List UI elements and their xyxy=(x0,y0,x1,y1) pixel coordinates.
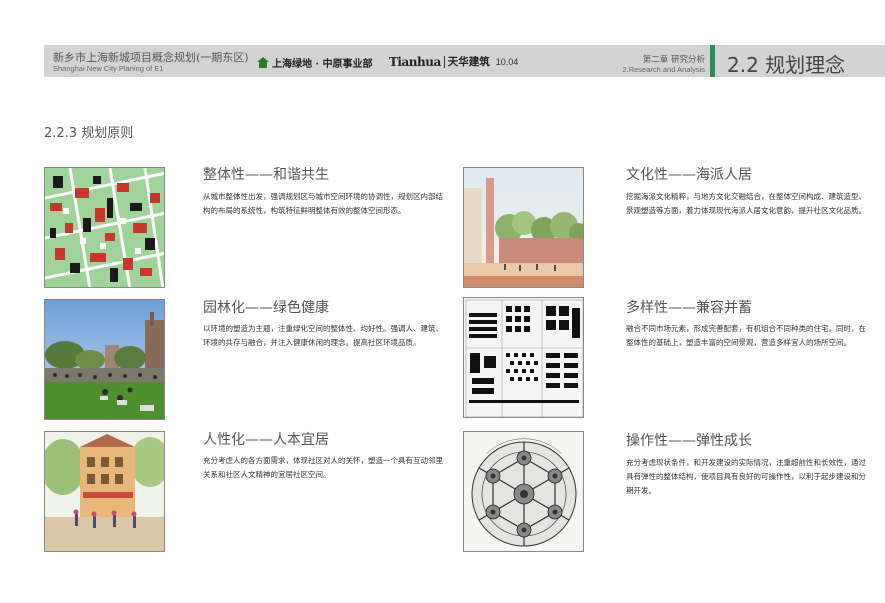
header-band: 新乡市上海新城项目概念规划(一期东区) Shanghai New City Pl… xyxy=(44,45,885,77)
principle-desc-humanization: 充分考虑人的各方面需求，体现社区对人的关怀，塑造一个具有互动邻里关系和社区人文精… xyxy=(203,456,443,479)
urban-figure-ground-map xyxy=(44,167,165,288)
chapter-title-cn: 第二章 研究分析 xyxy=(642,55,705,65)
principle-title-garden: 园林化——绿色健康 xyxy=(203,300,329,316)
principle-desc-diversity: 融合不同市场元素，形成完善配套，有机组合不同种类的住宅。同时，在整体性的基础上，… xyxy=(626,324,866,347)
document-date: 10.04 xyxy=(495,56,519,67)
plaza-rendering xyxy=(463,167,584,288)
principle-desc-wholeness: 从城市整体性出发，强调规划区与城市空间环境的协调性，规划区内部结构的布局的系统性… xyxy=(203,192,443,215)
section-accent-bar xyxy=(710,45,715,77)
principle-desc-culture: 挖掘海派文化精粹，与地方文化交融结合，在整体空间构成、建筑造型、景观塑造等方面，… xyxy=(626,192,866,215)
chapter-title-en: 2.Research and Analysis xyxy=(622,65,705,74)
section-title: 2.2 规划理念 xyxy=(727,53,846,77)
street-watercolor xyxy=(44,431,165,552)
park-lawn-photo xyxy=(44,299,165,420)
project-title-en: Shanghai New City Planing of E1 xyxy=(53,64,164,73)
principle-title-operability: 操作性——弹性成长 xyxy=(626,433,752,449)
principle-desc-operability: 充分考虑现状条件，和开发建设的实际情况，注重超前性和长效性，通过具有弹性的整体结… xyxy=(626,458,866,495)
subsection-title: 2.2.3 规划原则 xyxy=(44,126,134,141)
tianhua-logo: Tianhua 天华建筑 10.04 xyxy=(389,54,518,69)
house-icon xyxy=(257,57,269,68)
tianhua-logo-en: Tianhua xyxy=(389,54,441,69)
principle-desc-garden: 以环境的塑造为主题，注重绿化空间的整体性、均好性。强调人、建筑、环境的共存与融合… xyxy=(203,324,443,347)
project-title-cn: 新乡市上海新城项目概念规划(一期东区) xyxy=(53,51,249,64)
principle-title-wholeness: 整体性——和谐共生 xyxy=(203,167,329,183)
principle-title-humanization: 人性化——人本宜居 xyxy=(203,432,329,448)
tianhua-logo-cn: 天华建筑 xyxy=(447,56,490,68)
building-typology-diagram xyxy=(463,297,584,418)
greenland-logo: 上海绿地 · 中原事业部 xyxy=(257,55,372,70)
garden-city-diagram xyxy=(463,431,584,552)
logo-divider xyxy=(443,55,445,68)
principle-title-culture: 文化性——海派人居 xyxy=(626,167,752,183)
principle-title-diversity: 多样性——兼容并蓄 xyxy=(626,300,752,316)
greenland-logo-text: 上海绿地 · 中原事业部 xyxy=(272,59,373,70)
